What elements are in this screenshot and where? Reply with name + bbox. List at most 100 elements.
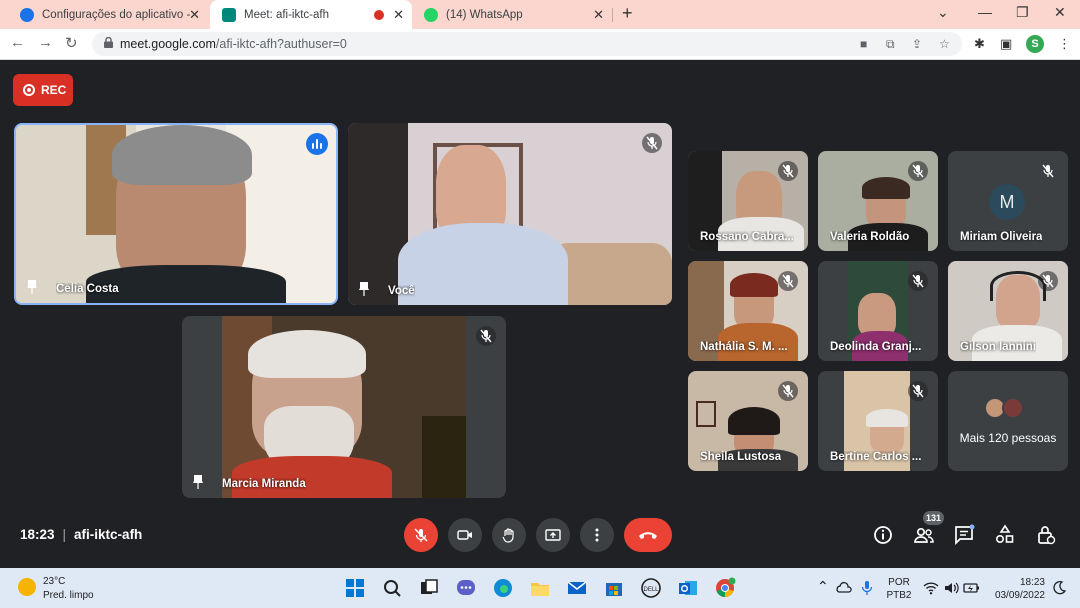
windows-start-icon[interactable] — [344, 577, 366, 599]
pin-icon[interactable] — [193, 475, 203, 489]
participant-hair — [866, 409, 908, 427]
more-options-button[interactable] — [580, 518, 614, 552]
host-controls-lock-icon[interactable] — [1034, 523, 1058, 547]
raise-hand-icon — [502, 528, 514, 543]
weather-condition: Pred. limpo — [43, 590, 94, 601]
close-tab-icon[interactable]: ✕ — [593, 7, 604, 23]
restore-window-icon[interactable]: ❐ — [1016, 4, 1029, 21]
share-icon[interactable]: ⇪ — [912, 37, 922, 51]
open-in-app-icon[interactable]: ⧉ — [886, 37, 895, 52]
tab-whatsapp[interactable]: (14) WhatsApp ✕ — [412, 0, 612, 29]
mail-icon[interactable] — [566, 577, 588, 599]
search-icon[interactable] — [381, 577, 403, 599]
video-tile-celia-costa[interactable]: Celia Costa — [14, 123, 338, 305]
toggle-microphone-button[interactable] — [404, 518, 438, 552]
close-window-icon[interactable]: ✕ — [1054, 4, 1066, 21]
onedrive-cloud-icon[interactable] — [836, 580, 852, 596]
participant-name: Nathália S. M. ... — [700, 341, 788, 353]
participant-name: Gilson Iannini — [960, 341, 1037, 353]
participant-shirt — [232, 456, 392, 498]
microphone-in-use-icon[interactable] — [860, 580, 874, 596]
close-tab-icon[interactable]: ✕ — [393, 7, 404, 23]
chrome-icon[interactable] — [714, 577, 736, 599]
participant-name: Você — [388, 285, 415, 297]
tab-meet[interactable]: Meet: afi-iktc-afh ✕ — [210, 0, 412, 29]
microsoft-store-icon[interactable] — [603, 577, 625, 599]
participant-name: Sheila Lustosa — [700, 451, 782, 463]
pin-icon[interactable] — [359, 282, 369, 296]
notifications-moon-icon[interactable] — [1052, 580, 1066, 596]
muted-mic-icon — [642, 133, 662, 153]
keyboard-layout: PTB2 — [886, 590, 912, 601]
camera-permission-icon[interactable]: ■ — [860, 37, 867, 51]
participant-name: Rossano Cabra... — [700, 231, 794, 243]
lock-icon[interactable] — [104, 37, 113, 48]
task-view-icon[interactable] — [418, 577, 440, 599]
muted-mic-icon — [908, 381, 928, 401]
close-tab-icon[interactable]: ✕ — [189, 7, 200, 23]
new-tab-button[interactable]: + — [622, 3, 633, 24]
extensions-puzzle-icon[interactable]: ✱ — [974, 36, 985, 52]
participant-count-badge: 131 — [923, 511, 945, 525]
video-tile-nathalia[interactable]: Nathália S. M. ... — [688, 261, 808, 361]
leave-call-button[interactable] — [624, 518, 672, 552]
teams-chat-icon[interactable] — [455, 577, 477, 599]
participants-icon[interactable] — [912, 523, 936, 547]
back-arrow-icon[interactable]: ← — [10, 34, 25, 51]
battery-charging-icon[interactable] — [963, 580, 981, 596]
video-tile-rossano-cabral[interactable]: Rossano Cabra... — [688, 151, 808, 251]
video-tile-sheila-lustosa[interactable]: Sheila Lustosa — [688, 371, 808, 471]
video-tile-bertine-carlos[interactable]: Bertine Carlos ... — [818, 371, 938, 471]
video-tile-miriam-oliveira[interactable]: M Miriam Oliveira — [948, 151, 1068, 251]
show-hidden-icons-chevron-icon[interactable]: ⌃ — [817, 578, 829, 595]
bookmark-star-icon[interactable]: ☆ — [939, 37, 950, 51]
separator: | — [62, 527, 67, 542]
input-language-indicator[interactable]: POR PTB2 — [882, 576, 916, 602]
system-clock[interactable]: 18:23 03/09/2022 — [987, 576, 1045, 602]
side-panel-icon[interactable]: ▣ — [1000, 36, 1012, 52]
participant-name: Deolinda Granj... — [830, 341, 922, 353]
tab-separator — [612, 8, 613, 22]
raise-hand-button[interactable] — [492, 518, 526, 552]
avatar: M — [989, 184, 1025, 220]
video-tile-deolinda[interactable]: Deolinda Granj... — [818, 261, 938, 361]
weather-temperature: 23°C — [43, 576, 66, 587]
video-tile-valeria-roldao[interactable]: Valeria Roldão — [818, 151, 938, 251]
dell-icon[interactable]: DELL — [640, 577, 662, 599]
google-admin-favicon-icon — [20, 7, 34, 22]
browser-toolbar: ← → ↻ meet.google.com/afi-iktc-afh?authu… — [0, 29, 1080, 60]
forward-arrow-icon[interactable]: → — [38, 34, 53, 51]
participant-name: Miriam Oliveira — [960, 231, 1043, 243]
tab-app-settings[interactable]: Configurações do aplicativo - Ad ✕ — [8, 0, 208, 29]
rec-label: REC — [41, 83, 67, 97]
minimize-window-icon[interactable]: — — [978, 4, 992, 20]
muted-mic-icon — [908, 271, 928, 291]
more-participants-tile[interactable]: Mais 120 pessoas — [948, 371, 1068, 471]
pin-icon[interactable] — [27, 280, 37, 294]
toggle-camera-button[interactable] — [448, 518, 482, 552]
activities-icon[interactable] — [993, 523, 1017, 547]
video-tile-marcia-miranda[interactable]: Marcia Miranda — [182, 316, 506, 498]
chat-icon[interactable] — [952, 523, 976, 547]
present-screen-icon — [545, 529, 561, 541]
reload-icon[interactable]: ↻ — [65, 34, 78, 52]
meeting-time: 18:23 — [20, 527, 55, 542]
edge-browser-icon[interactable] — [492, 577, 514, 599]
browser-menu-icon[interactable]: ⋮ — [1058, 36, 1071, 52]
scarf-object — [422, 416, 466, 498]
address-bar[interactable]: meet.google.com/afi-iktc-afh?authuser=0 … — [92, 32, 962, 56]
clock-date: 03/09/2022 — [994, 590, 1045, 601]
tab-search-chevron-icon[interactable]: ⌄ — [937, 4, 949, 21]
volume-icon[interactable] — [943, 580, 959, 596]
outlook-icon[interactable] — [677, 577, 699, 599]
meeting-info-icon[interactable] — [871, 523, 895, 547]
muted-mic-icon — [778, 161, 798, 181]
wifi-icon[interactable] — [923, 580, 939, 596]
participant-hair — [728, 407, 780, 435]
video-tile-voce[interactable]: Você — [348, 123, 672, 305]
present-screen-button[interactable] — [536, 518, 570, 552]
avatar — [1002, 397, 1024, 419]
video-tile-gilson-iannini[interactable]: Gilson Iannini — [948, 261, 1068, 361]
profile-avatar[interactable]: S — [1026, 35, 1044, 53]
file-explorer-icon[interactable] — [529, 577, 551, 599]
